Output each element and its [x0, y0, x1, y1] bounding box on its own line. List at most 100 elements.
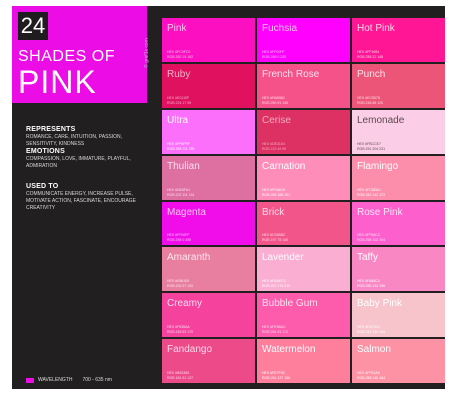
swatch-tile: Thulian HEX #DE6FA1 RGB 222 111 161	[162, 155, 255, 200]
swatch-tile: Watermelon HEX #FE7F9C RGB 254 127 156	[257, 339, 350, 383]
swatch-hex: HEX #FE5BAC	[262, 325, 286, 330]
swatch-hex: HEX #FC0FC0	[167, 49, 191, 54]
wavelength-legend: WAVELENGTH 700 - 635 nm	[26, 377, 112, 383]
swatch-name: Hot Pink	[357, 23, 395, 34]
swatch-hex: HEX #F4C2C2	[357, 325, 381, 330]
emotions-heading: EMOTIONS	[26, 148, 65, 155]
swatch-rgb: RGB 251 174 210	[262, 284, 291, 289]
swatch-hex: HEX #FA86C4	[357, 279, 380, 284]
swatch-hex: HEX #E0115F	[167, 95, 190, 100]
swatch-hex: HEX #FF91A4	[357, 371, 380, 375]
swatch-tile: Bubble Gum HEX #FE5BAC RGB 254 91 172	[257, 293, 350, 338]
credit: © graf1x.com	[144, 38, 150, 68]
swatch-hex: HEX #FA5B8C	[262, 95, 286, 100]
swatch-hex: HEX #FBAED2	[262, 279, 286, 284]
swatch-name: Flamingo	[357, 160, 399, 172]
swatch-name: Lemonade	[357, 114, 405, 126]
swatch-hex: HEX #F535AA	[167, 325, 190, 330]
swatch-hex: HEX #FF00FF	[167, 233, 190, 238]
swatch-name: Pink	[167, 23, 187, 34]
swatch-name: Creamy	[167, 298, 203, 310]
swatch-rgb: RGB 252 15 192	[167, 54, 194, 59]
swatch-name: Watermelon	[262, 344, 316, 356]
swatch-tile: Lemonade HEX #FBCCE7 RGB 251 204 231	[352, 109, 445, 154]
represents-text: ROMANCE, CARE, INTUITION, PASSION, SENSI…	[26, 134, 123, 147]
swatch-rgb: RGB 244 194 194	[357, 330, 386, 335]
swatch-tile: Magenta HEX #FF00FF RGB 255 0 255	[162, 201, 255, 246]
swatch-name: Amaranth	[167, 252, 211, 264]
swatch-tile: Carnation HEX #FFA6C9 RGB 255 166 201	[257, 155, 350, 200]
swatch-name: Thulian	[167, 160, 200, 172]
swatch-name: Fuchsia	[262, 23, 298, 34]
swatch-tile: Rose Pink HEX #FF66CC RGB 255 102 204	[352, 201, 445, 246]
swatch-hex: HEX #FE7F9C	[262, 371, 286, 375]
swatch-name: Cerise	[262, 114, 291, 126]
swatch-rgb: RGB 255 102 204	[357, 238, 386, 243]
swatch-hex: HEX #FC8EAC	[357, 187, 381, 192]
swatch-hex: HEX #B53389	[167, 371, 190, 375]
swatch-rgb: RGB 254 91 172	[262, 330, 289, 335]
used-to-text: COMMUNICATE ENERGY, INCREASE PULSE, MOTI…	[26, 191, 137, 211]
swatch-hex: HEX #DE6FA1	[167, 187, 191, 192]
swatch-tile: Salmon HEX #FF91A4 RGB 255 145 164	[352, 339, 445, 383]
used-to-section: USED TO COMMUNICATE ENERGY, INCREASE PUL…	[26, 183, 146, 212]
swatch-name: Salmon	[357, 344, 391, 356]
swatch-name: Rose Pink	[357, 206, 403, 218]
swatch-name: Lavender	[262, 252, 304, 264]
emotions-section: EMOTIONS COMPASSION, LOVE, IMMATURE, PLA…	[26, 148, 146, 170]
swatch-name: Fandango	[167, 344, 213, 356]
swatch-tile: Cerise HEX #DE3163 RGB 222 49 99	[257, 109, 350, 154]
swatch-name: Ruby	[167, 68, 191, 80]
swatch-tile: Ultra HEX #FF6FFF RGB 255 111 255	[162, 109, 255, 154]
swatch-name: Carnation	[262, 160, 306, 172]
swatch-rgb: RGB 255 0 255	[167, 238, 192, 243]
swatch-tile: Flamingo HEX #FC8EAC RGB 252 142 172	[352, 155, 445, 200]
swatch-rgb: RGB 236 85 120	[357, 100, 384, 105]
used-to-heading: USED TO	[26, 183, 59, 190]
swatch-tile: Hot Pink HEX #FF1694 RGB 255 22 148	[352, 18, 445, 62]
swatch-rgb: RGB 250 134 196	[357, 284, 386, 289]
swatch-rgb: RGB 255 111 255	[167, 146, 195, 151]
swatch-rgb: RGB 245 53 170	[167, 330, 194, 335]
title-number: 24	[18, 12, 48, 40]
swatch-rgb: RGB 255 0 255	[262, 54, 287, 59]
represents-section: REPRESENTS ROMANCE, CARE, INTUITION, PAS…	[26, 126, 146, 148]
swatch-hex: HEX #EC5578	[357, 95, 380, 100]
swatch-name: Punch	[357, 68, 386, 80]
swatch-hex: HEX #FFA6C9	[262, 187, 285, 192]
swatch-tile: Fandango HEX #B53389 RGB 181 51 137	[162, 339, 255, 383]
swatch-tile: Creamy HEX #F535AA RGB 245 53 170	[162, 293, 255, 338]
swatch-rgb: RGB 224 17 95	[167, 100, 192, 105]
represents-heading: REPRESENTS	[26, 126, 76, 133]
swatch-tile: Fuchsia HEX #FF00FF RGB 255 0 255	[257, 18, 350, 62]
swatch-tile: Pink HEX #FC0FC0 RGB 252 15 192	[162, 18, 255, 62]
swatch-hex: HEX #E86100	[167, 279, 190, 284]
swatch-hex: HEX #FF66CC	[357, 233, 381, 238]
swatch-rgb: RGB 255 145 164	[357, 376, 386, 380]
swatch-tile: Lavender HEX #FBAED2 RGB 251 174 210	[257, 247, 350, 292]
swatch-rgb: RGB 251 204 231	[357, 146, 386, 151]
swatch-grid: Pink HEX #FC0FC0 RGB 252 15 192 Fuchsia HEX …	[162, 18, 445, 383]
wavelength-swatch	[26, 377, 34, 383]
swatch-tile: Baby Pink HEX #F4C2C2 RGB 244 194 194	[352, 293, 445, 338]
swatch-name: Magenta	[167, 206, 206, 218]
swatch-rgb: RGB 222 49 99	[262, 146, 287, 151]
swatch-tile: Brick HEX #C54B8C RGB 197 75 140	[257, 201, 350, 246]
swatch-name: Taffy	[357, 252, 378, 264]
swatch-name: Bubble Gum	[262, 298, 318, 310]
swatch-rgb: RGB 254 127 156	[262, 376, 291, 380]
swatch-name: Brick	[262, 206, 285, 218]
swatch-rgb: RGB 222 111 161	[167, 192, 195, 197]
wavelength-label: WAVELENGTH	[38, 377, 73, 383]
wavelength-range: 700 - 635 nm	[82, 377, 112, 383]
swatch-name: Ultra	[167, 114, 189, 126]
swatch-rgb: RGB 181 51 137	[167, 376, 194, 380]
poster: 24 SHADES OF PINK © graf1x.com REPRESENT…	[12, 6, 445, 389]
swatch-rgb: RGB 250 91 140	[262, 100, 289, 105]
swatch-tile: Punch HEX #EC5578 RGB 236 85 120	[352, 63, 445, 108]
swatch-tile: Taffy HEX #FA86C4 RGB 250 134 196	[352, 247, 445, 292]
swatch-name: Baby Pink	[357, 298, 403, 310]
swatch-hex: HEX #FF00FF	[262, 49, 285, 54]
swatch-tile: Amaranth HEX #E86100 RGB 232 97 100	[162, 247, 255, 292]
emotions-text: COMPASSION, LOVE, IMMATURE, PLAYFUL, ADM…	[26, 156, 131, 169]
